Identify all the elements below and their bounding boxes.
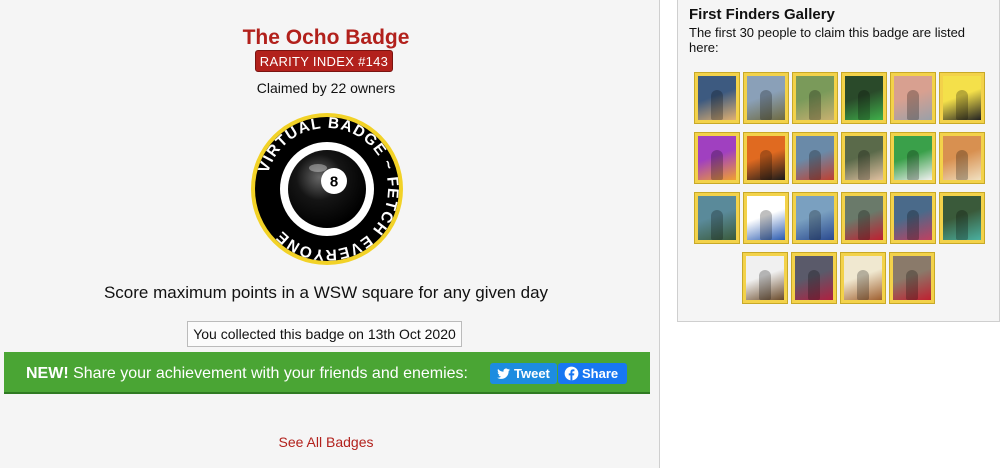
share-bar: NEW! Share your achievement with your fr… — [4, 352, 650, 394]
finder-photo — [746, 256, 784, 300]
see-all-badges-link[interactable]: See All Badges — [0, 434, 652, 450]
finder-photo — [943, 76, 981, 120]
finder-photo — [796, 196, 834, 240]
finder-figure — [711, 210, 723, 240]
finder-figure — [809, 150, 821, 180]
gallery-thumb-finder-19[interactable] — [742, 252, 788, 304]
gallery-thumb-finder-1[interactable] — [694, 72, 740, 124]
gallery-thumb-finder-5[interactable] — [890, 72, 936, 124]
rarity-badge: RARITY INDEX #143 — [255, 50, 393, 72]
claimed-count: Claimed by 22 owners — [256, 80, 396, 96]
facebook-icon — [564, 366, 579, 381]
share-label: Share — [582, 366, 619, 381]
finder-figure — [956, 210, 968, 240]
finder-figure — [759, 270, 771, 300]
finder-photo — [747, 136, 785, 180]
gallery-thumb-finder-20[interactable] — [791, 252, 837, 304]
finder-figure — [760, 150, 772, 180]
finder-figure — [857, 270, 869, 300]
badge-description: Score maximum points in a WSW square for… — [103, 283, 549, 302]
finder-photo — [845, 76, 883, 120]
finder-figure — [711, 90, 723, 120]
gallery-thumb-finder-8[interactable] — [743, 132, 789, 184]
ocho-badge-image: VIRTUAL BADGE ~ FETCH EVERYONE 8 — [251, 113, 403, 265]
finder-photo — [844, 256, 882, 300]
finder-figure — [711, 150, 723, 180]
finder-photo — [894, 196, 932, 240]
share-message: NEW! Share your achievement with your fr… — [26, 365, 468, 383]
finder-photo — [893, 256, 931, 300]
gallery-thumb-finder-14[interactable] — [743, 192, 789, 244]
finder-photo — [796, 136, 834, 180]
finder-figure — [809, 210, 821, 240]
gallery-subtitle: The first 30 people to claim this badge … — [689, 25, 966, 55]
finder-photo — [943, 136, 981, 180]
finder-photo — [747, 196, 785, 240]
finder-photo — [894, 136, 932, 180]
finder-figure — [956, 150, 968, 180]
gallery-thumb-finder-13[interactable] — [694, 192, 740, 244]
ball-number: 8 — [330, 174, 338, 191]
gallery-thumb-finder-17[interactable] — [890, 192, 936, 244]
gallery-thumb-finder-16[interactable] — [841, 192, 887, 244]
gallery-thumb-finder-12[interactable] — [939, 132, 985, 184]
finder-figure — [858, 150, 870, 180]
gallery-thumb-finder-9[interactable] — [792, 132, 838, 184]
gallery-thumb-finder-15[interactable] — [792, 192, 838, 244]
finder-figure — [956, 90, 968, 120]
finder-figure — [760, 210, 772, 240]
finder-photo — [698, 196, 736, 240]
finder-photo — [845, 136, 883, 180]
finder-figure — [907, 150, 919, 180]
finder-photo — [698, 76, 736, 120]
tweet-button[interactable]: Tweet — [490, 363, 557, 384]
finder-figure — [760, 90, 772, 120]
gallery-thumb-finder-6[interactable] — [939, 72, 985, 124]
facebook-share-button[interactable]: Share — [558, 363, 627, 384]
finder-figure — [907, 90, 919, 120]
gallery-thumb-finder-3[interactable] — [792, 72, 838, 124]
gallery-thumb-finder-18[interactable] — [939, 192, 985, 244]
badge-panel: The Ocho Badge RARITY INDEX #143 Claimed… — [0, 0, 660, 468]
gallery-thumb-finder-11[interactable] — [890, 132, 936, 184]
first-finders-gallery: First Finders Gallery The first 30 peopl… — [677, 0, 1000, 322]
collected-date: You collected this badge on 13th Oct 202… — [187, 321, 462, 347]
twitter-bird-icon — [497, 368, 511, 379]
finder-figure — [858, 210, 870, 240]
finder-photo — [845, 196, 883, 240]
new-label: NEW! — [26, 365, 69, 382]
gallery-thumb-finder-21[interactable] — [840, 252, 886, 304]
finder-photo — [795, 256, 833, 300]
gallery-thumb-finder-4[interactable] — [841, 72, 887, 124]
finder-figure — [907, 210, 919, 240]
finder-photo — [943, 196, 981, 240]
gallery-title: First Finders Gallery — [689, 6, 835, 23]
gallery-thumb-finder-22[interactable] — [889, 252, 935, 304]
tweet-label: Tweet — [514, 366, 550, 381]
finder-figure — [906, 270, 918, 300]
gallery-thumb-finder-7[interactable] — [694, 132, 740, 184]
finder-figure — [858, 90, 870, 120]
gallery-thumb-finder-2[interactable] — [743, 72, 789, 124]
finder-photo — [698, 136, 736, 180]
badge-title: The Ocho Badge — [242, 26, 410, 49]
finder-figure — [808, 270, 820, 300]
finder-photo — [796, 76, 834, 120]
finder-photo — [747, 76, 785, 120]
finder-photo — [894, 76, 932, 120]
gallery-thumb-finder-10[interactable] — [841, 132, 887, 184]
finder-figure — [809, 90, 821, 120]
share-text: Share your achievement with your friends… — [73, 365, 468, 382]
